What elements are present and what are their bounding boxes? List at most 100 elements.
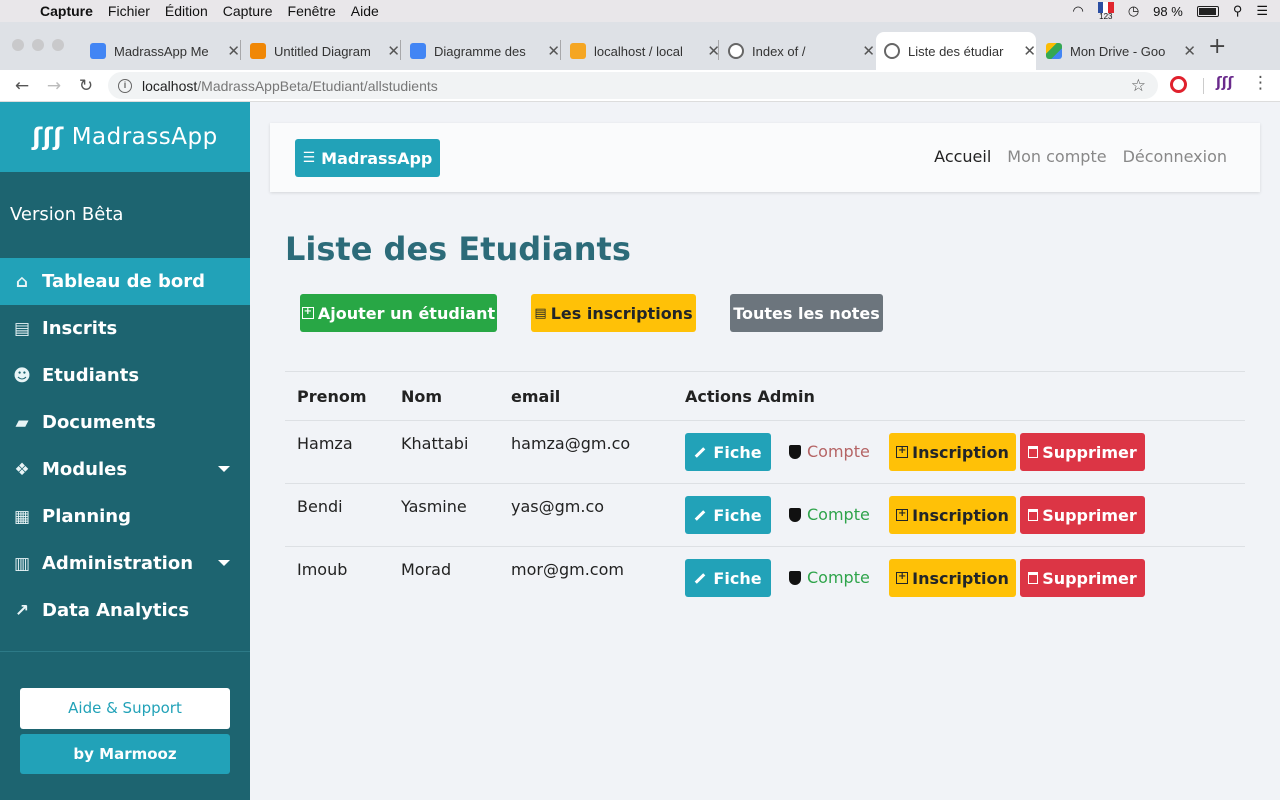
- window-controls: [12, 39, 64, 51]
- browser-tab[interactable]: MadrassApp Me ✕: [82, 32, 240, 70]
- chevron-down-icon[interactable]: [218, 560, 230, 566]
- battery-percent[interactable]: 98 %: [1153, 4, 1183, 19]
- fiche-button[interactable]: Fiche: [685, 559, 771, 597]
- menu-fenetre[interactable]: Fenêtre: [288, 3, 336, 19]
- browser-tab[interactable]: Diagramme des ✕: [402, 32, 560, 70]
- sidebar-item-documents[interactable]: ▰ Documents: [0, 399, 250, 446]
- tab-title: Liste des étudiar: [908, 43, 1004, 59]
- close-tab-icon[interactable]: ✕: [1023, 42, 1036, 60]
- time-machine-icon[interactable]: ◷: [1128, 3, 1139, 19]
- close-window-button[interactable]: [12, 39, 24, 51]
- sidebar-item-planning[interactable]: ▦ Planning: [0, 493, 250, 540]
- column-header-prenom: Prenom: [297, 387, 367, 406]
- bookmark-star-icon[interactable]: ☆: [1131, 76, 1146, 96]
- author-credit-button[interactable]: by Marmooz: [20, 734, 230, 774]
- google-docs-icon: [410, 43, 426, 59]
- chevron-down-icon[interactable]: [218, 466, 230, 472]
- back-arrow-icon[interactable]: ←: [6, 76, 38, 96]
- browser-tab[interactable]: localhost / local ✕: [562, 32, 720, 70]
- keyboard-layout-label: 123: [1099, 11, 1113, 21]
- menu-app-name[interactable]: Capture: [40, 3, 93, 19]
- supprimer-button[interactable]: Supprimer: [1020, 433, 1145, 471]
- sidebar-item-etudiants[interactable]: ☻ Etudiants: [0, 352, 250, 399]
- reload-icon[interactable]: ↻: [70, 76, 102, 96]
- column-header-email: email: [511, 387, 561, 406]
- column-header-actions: Actions Admin: [685, 387, 815, 406]
- cubes-icon: ❖: [14, 459, 30, 480]
- opera-extension-icon[interactable]: [1170, 76, 1187, 93]
- cell-email: mor@gm.com: [511, 560, 624, 579]
- nav-link-deconnexion[interactable]: Déconnexion: [1123, 147, 1227, 166]
- close-tab-icon[interactable]: ✕: [387, 42, 400, 60]
- nav-link-mon-compte[interactable]: Mon compte: [1007, 147, 1106, 166]
- menu-fichier[interactable]: Fichier: [108, 3, 150, 19]
- spotlight-search-icon[interactable]: ⚲: [1233, 3, 1243, 19]
- sidebar-item-administration[interactable]: ▥ Administration: [0, 540, 250, 587]
- browser-tab-active[interactable]: Liste des étudiar ✕: [876, 32, 1036, 70]
- sidebar-brand[interactable]: ʃʃʃ MadrassApp: [0, 102, 250, 172]
- tab-title: Diagramme des: [434, 43, 526, 59]
- inscription-button[interactable]: + Inscription: [889, 496, 1016, 534]
- sidebar: ʃʃʃ MadrassApp Version Bêta ⌂ Tableau de…: [0, 102, 250, 800]
- url-path: /MadrassAppBeta/Etudiant/allstudients: [197, 77, 438, 94]
- sidebar-item-tableau-de-bord[interactable]: ⌂ Tableau de bord: [0, 258, 250, 305]
- battery-icon[interactable]: [1196, 5, 1219, 17]
- phpmyadmin-icon: [570, 43, 586, 59]
- forward-arrow-icon[interactable]: →: [38, 76, 70, 96]
- browser-tab[interactable]: Mon Drive - Goo ✕: [1038, 32, 1196, 70]
- inscriptions-button[interactable]: ▤ Les inscriptions: [531, 294, 696, 332]
- close-tab-icon[interactable]: ✕: [547, 42, 560, 60]
- all-notes-button[interactable]: Toutes les notes: [730, 294, 883, 332]
- table-header-row: Prenom Nom email Actions Admin: [285, 371, 1245, 420]
- table-row: Hamza Khattabi hamza@gm.co Fiche Compte …: [285, 420, 1245, 483]
- supprimer-button[interactable]: Supprimer: [1020, 496, 1145, 534]
- supprimer-button[interactable]: Supprimer: [1020, 559, 1145, 597]
- cell-prenom: Imoub: [297, 560, 348, 579]
- inscription-button[interactable]: + Inscription: [889, 559, 1016, 597]
- site-info-icon[interactable]: i: [118, 78, 132, 93]
- url-host: localhost: [142, 77, 198, 94]
- version-label: Version Bêta: [10, 204, 124, 225]
- browser-tab[interactable]: Index of / ✕: [720, 32, 875, 70]
- address-bar[interactable]: i localhost/MadrassAppBeta/Etudiant/alls…: [108, 72, 1158, 99]
- close-tab-icon[interactable]: ✕: [1183, 42, 1196, 60]
- wifi-icon[interactable]: ◠: [1072, 3, 1083, 19]
- compte-label: Compte: [807, 505, 870, 524]
- fiche-button[interactable]: Fiche: [685, 496, 771, 534]
- zoom-window-button[interactable]: [52, 39, 64, 51]
- chrome-menu-icon[interactable]: ⋮: [1252, 73, 1269, 93]
- sidebar-item-label: Modules: [42, 459, 128, 480]
- nav-link-accueil[interactable]: Accueil: [934, 147, 991, 166]
- sidebar-item-inscrits[interactable]: ▤ Inscrits: [0, 305, 250, 352]
- sidebar-item-label: Data Analytics: [42, 600, 190, 621]
- new-tab-plus-icon[interactable]: +: [1208, 34, 1226, 59]
- menu-capture[interactable]: Capture: [223, 3, 273, 19]
- globe-icon: [728, 43, 744, 59]
- sidebar-item-data-analytics[interactable]: ↗ Data Analytics: [0, 587, 250, 634]
- compte-link[interactable]: Compte: [789, 442, 870, 461]
- browser-tab[interactable]: Untitled Diagram ✕: [242, 32, 400, 70]
- sidebar-item-label: Documents: [42, 412, 156, 433]
- close-tab-icon[interactable]: ✕: [227, 42, 240, 60]
- madrassapp-extension-icon[interactable]: ʃʃʃ: [1216, 75, 1233, 91]
- menu-edition[interactable]: Édition: [165, 3, 208, 19]
- students-table: Prenom Nom email Actions Admin Hamza Kha…: [285, 371, 1245, 609]
- sidebar-toggle-label: MadrassApp: [321, 148, 433, 168]
- fiche-button[interactable]: Fiche: [685, 433, 771, 471]
- table-row: Imoub Morad mor@gm.com Fiche Compte + In…: [285, 546, 1245, 609]
- minimize-window-button[interactable]: [32, 39, 44, 51]
- clipboard-icon: ▤: [13, 318, 31, 339]
- add-student-button[interactable]: + Ajouter un étudiant: [300, 294, 497, 332]
- globe-icon: [884, 43, 900, 59]
- compte-link[interactable]: Compte: [789, 568, 870, 587]
- keyboard-flag-icon[interactable]: 123: [1097, 1, 1114, 21]
- help-support-button[interactable]: Aide & Support: [20, 688, 230, 729]
- sidebar-toggle-button[interactable]: ☰ MadrassApp: [295, 139, 440, 177]
- close-tab-icon[interactable]: ✕: [862, 42, 875, 60]
- menu-aide[interactable]: Aide: [351, 3, 379, 19]
- inscription-button[interactable]: + Inscription: [889, 433, 1016, 471]
- compte-link[interactable]: Compte: [789, 505, 870, 524]
- notification-center-icon[interactable]: ☰: [1256, 3, 1268, 19]
- sidebar-item-modules[interactable]: ❖ Modules: [0, 446, 250, 493]
- inscription-label: Inscription: [912, 568, 1009, 588]
